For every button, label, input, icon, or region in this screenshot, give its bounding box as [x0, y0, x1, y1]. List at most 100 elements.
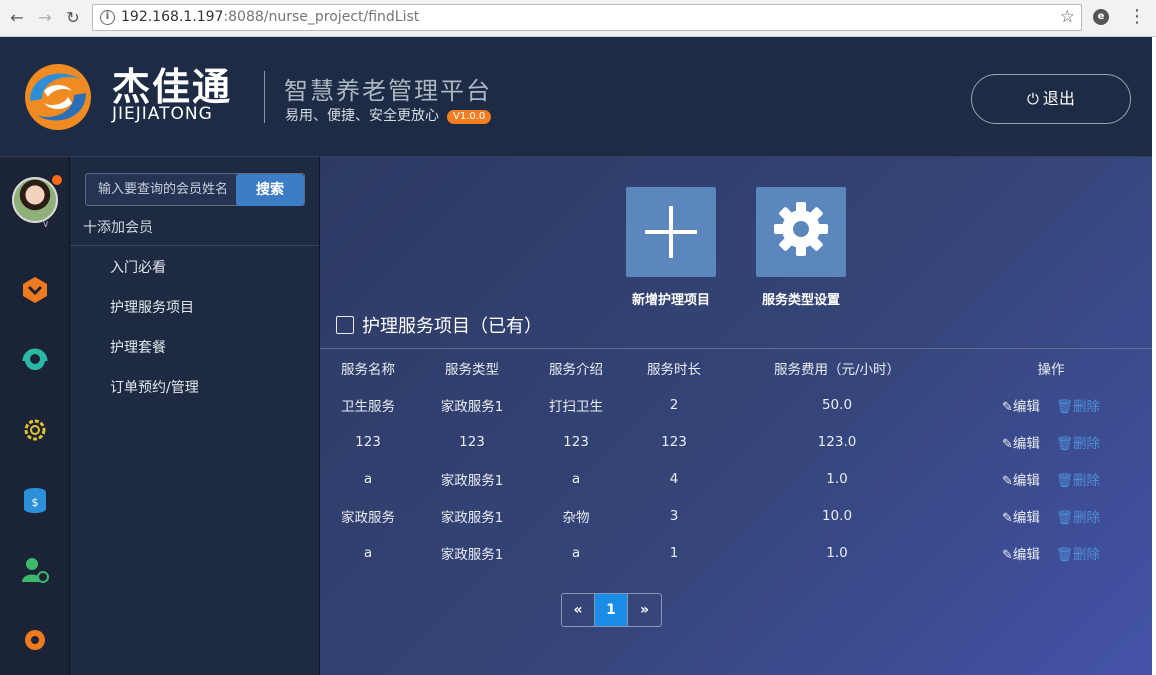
settings-gear-outline-icon[interactable] [20, 415, 50, 445]
search-button[interactable]: 搜索 [236, 174, 304, 206]
system-subtitle: 易用、便捷、安全更放心 V1.0.0 [285, 105, 492, 125]
edit-button[interactable]: ✎编辑 [1002, 510, 1040, 526]
col-header-duration: 服务时长 [647, 362, 701, 378]
brand-name-cn: 杰佳通 [112, 65, 233, 109]
table-row: a 家政服务1 a 1 1.0 ✎编辑 🗑删除 [320, 534, 1152, 571]
table-cell: 家政服务1 [440, 398, 504, 415]
add-nursing-item-label[interactable]: 新增护理项目 [601, 289, 741, 308]
info-icon[interactable]: i [100, 10, 115, 25]
edit-button[interactable]: ✎编辑 [1002, 399, 1040, 415]
icon-rail: ∨ $ [0, 157, 70, 675]
edit-button[interactable]: ✎编辑 [1002, 436, 1040, 452]
trash-icon: 🗑 [1055, 509, 1074, 526]
table-cell: 4 [669, 470, 679, 487]
trash-icon: 🗑 [1055, 546, 1074, 563]
pencil-icon: ✎ [1001, 547, 1013, 563]
brand: 杰佳通 JIEJIATONG [112, 67, 232, 123]
table-cell: a [363, 470, 373, 487]
next-page-button[interactable]: » [628, 594, 661, 626]
sidebar-item-orders[interactable]: 订单预约/管理 [110, 377, 199, 397]
table-cell: 123.0 [817, 433, 857, 450]
col-header-actions: 操作 [1037, 362, 1065, 378]
service-type-settings-tile[interactable] [756, 187, 846, 277]
forward-icon[interactable]: → [35, 8, 55, 28]
pencil-icon: ✎ [1001, 510, 1013, 526]
row-actions: ✎编辑 🗑删除 [950, 534, 1152, 571]
user-settings-icon[interactable] [20, 555, 50, 585]
table-cell: 123 [355, 433, 381, 450]
power-icon: ⏻ [1027, 90, 1039, 108]
table-cell: 家政服务1 [440, 472, 504, 489]
pencil-icon: ✎ [1001, 436, 1013, 452]
table-row: a 家政服务1 a 4 1.0 ✎编辑 🗑删除 [320, 460, 1152, 497]
sidebar-item-nursing-package[interactable]: 护理套餐 [110, 337, 166, 357]
table-cell: 1.0 [826, 544, 848, 561]
col-header-fee: 服务费用（元/小时） [773, 362, 901, 378]
back-icon[interactable]: ← [7, 8, 27, 28]
add-nursing-item-tile[interactable] [626, 187, 716, 277]
address-bar[interactable]: i 192.168.1.197:8088/nurse_project/findL… [92, 4, 1082, 31]
table-cell: 123 [459, 433, 485, 450]
service-type-settings-label[interactable]: 服务类型设置 [731, 289, 871, 308]
table-cell: 2 [669, 396, 679, 413]
table-cell: 123 [661, 433, 687, 450]
row-actions: ✎编辑 🗑删除 [950, 497, 1152, 534]
delete-button[interactable]: 🗑删除 [1056, 547, 1100, 563]
col-header-name: 服务名称 [341, 362, 395, 378]
table-cell: 10.0 [821, 507, 853, 524]
logout-button[interactable]: ⏻ 退出 [971, 74, 1131, 124]
table-row: 123 123 123 123 123.0 ✎编辑 🗑删除 [320, 423, 1152, 460]
table-cell: 杂物 [562, 509, 590, 526]
app-header: 杰佳通 JIEJIATONG 智慧养老管理平台 易用、便捷、安全更放心 V1.0.… [0, 37, 1152, 157]
gear-icon[interactable] [20, 625, 50, 655]
delete-button[interactable]: 🗑删除 [1056, 436, 1100, 452]
chart-icon [336, 316, 354, 334]
pagination: « 1 » [561, 593, 662, 627]
extension-icon[interactable]: e [1093, 9, 1109, 25]
delete-button[interactable]: 🗑删除 [1056, 510, 1100, 526]
notification-dot [52, 175, 62, 185]
gear-icon [774, 202, 828, 256]
table-row: 家政服务 家政服务1 杂物 3 10.0 ✎编辑 🗑删除 [320, 497, 1152, 534]
trash-icon: 🗑 [1055, 472, 1074, 489]
page-1-button[interactable]: 1 [595, 594, 628, 626]
row-actions: ✎编辑 🗑删除 [950, 423, 1152, 460]
delete-button[interactable]: 🗑删除 [1056, 473, 1100, 489]
table-cell: 123 [563, 433, 589, 450]
reload-icon[interactable]: ↻ [63, 8, 83, 28]
system-title: 智慧养老管理平台 [284, 77, 492, 105]
delete-button[interactable]: 🗑删除 [1056, 399, 1100, 415]
trash-icon: 🗑 [1055, 435, 1074, 452]
plus-icon [645, 206, 697, 258]
header-divider [264, 71, 265, 123]
chevron-down-icon[interactable]: ∨ [42, 219, 49, 230]
table-cell: 50.0 [821, 396, 853, 413]
support-headset-icon[interactable] [20, 345, 50, 375]
coins-database-icon[interactable]: $ [20, 485, 50, 515]
browser-menu-icon[interactable]: ⋮ [1128, 6, 1146, 27]
badge-icon[interactable] [20, 275, 50, 305]
table-cell: 家政服务1 [440, 509, 504, 526]
col-header-intro: 服务介绍 [549, 362, 603, 378]
sidebar-item-intro[interactable]: 入门必看 [110, 257, 166, 277]
version-badge: V1.0.0 [447, 110, 492, 124]
table-cell: a [363, 544, 373, 561]
sidebar-item-nursing-services[interactable]: 护理服务项目 [110, 297, 194, 317]
section-divider [320, 348, 1152, 349]
prev-page-button[interactable]: « [562, 594, 595, 626]
table-cell: a [571, 544, 581, 561]
bookmark-star-icon[interactable]: ☆ [1060, 7, 1075, 27]
table-header-row: 服务名称 服务类型 服务介绍 服务时长 服务费用（元/小时） 操作 [320, 350, 1152, 386]
table-cell: 家政服务1 [440, 546, 504, 563]
browser-toolbar: ← → ↻ i 192.168.1.197:8088/nurse_project… [0, 0, 1156, 37]
avatar[interactable] [12, 177, 58, 223]
svg-text:$: $ [32, 496, 39, 509]
pencil-icon: ✎ [1001, 399, 1013, 415]
table-row: 卫生服务 家政服务1 打扫卫生 2 50.0 ✎编辑 🗑删除 [320, 386, 1152, 423]
table-cell: 家政服务 [341, 509, 395, 526]
add-member-link[interactable]: 十添加会员 [83, 217, 153, 237]
sidebar: 输入要查询的会员姓名 搜索 十添加会员 入门必看 护理服务项目 护理套餐 订单预… [70, 157, 320, 675]
edit-button[interactable]: ✎编辑 [1002, 473, 1040, 489]
section-title: 护理服务项目（已有） [336, 312, 542, 338]
edit-button[interactable]: ✎编辑 [1002, 547, 1040, 563]
